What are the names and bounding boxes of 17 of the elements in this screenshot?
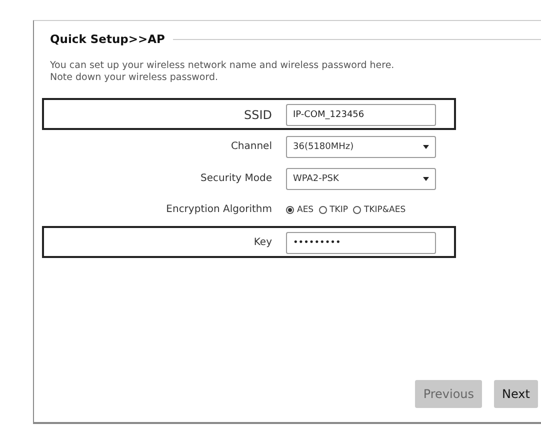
radio-option[interactable]: TKIP — [318, 204, 348, 215]
next-button[interactable]: Next — [494, 380, 538, 408]
description: You can set up your wireless network name and wireless password here. Note down your wireless password. — [50, 60, 396, 84]
radio-option[interactable]: AES — [286, 204, 314, 215]
dropdown[interactable]: WPA2-PSK — [286, 168, 436, 190]
field-label: Channel — [230, 141, 272, 152]
caret-icon — [423, 144, 429, 149]
section-title: Quick Setup>>AP — [50, 32, 165, 46]
radio-option[interactable]: TKIP&AES — [353, 204, 406, 215]
caret-icon — [423, 176, 429, 181]
field-label: SSID — [242, 108, 272, 122]
input-field[interactable]: ••••••••• — [286, 232, 436, 254]
field-label: Encryption Algorithm — [165, 204, 272, 216]
field-label: Key — [252, 237, 272, 248]
input-field[interactable]: IP-COM_123456 — [286, 104, 436, 126]
dropdown[interactable]: 36(5180MHz) — [286, 136, 436, 158]
field-label: Security Mode — [200, 173, 272, 184]
